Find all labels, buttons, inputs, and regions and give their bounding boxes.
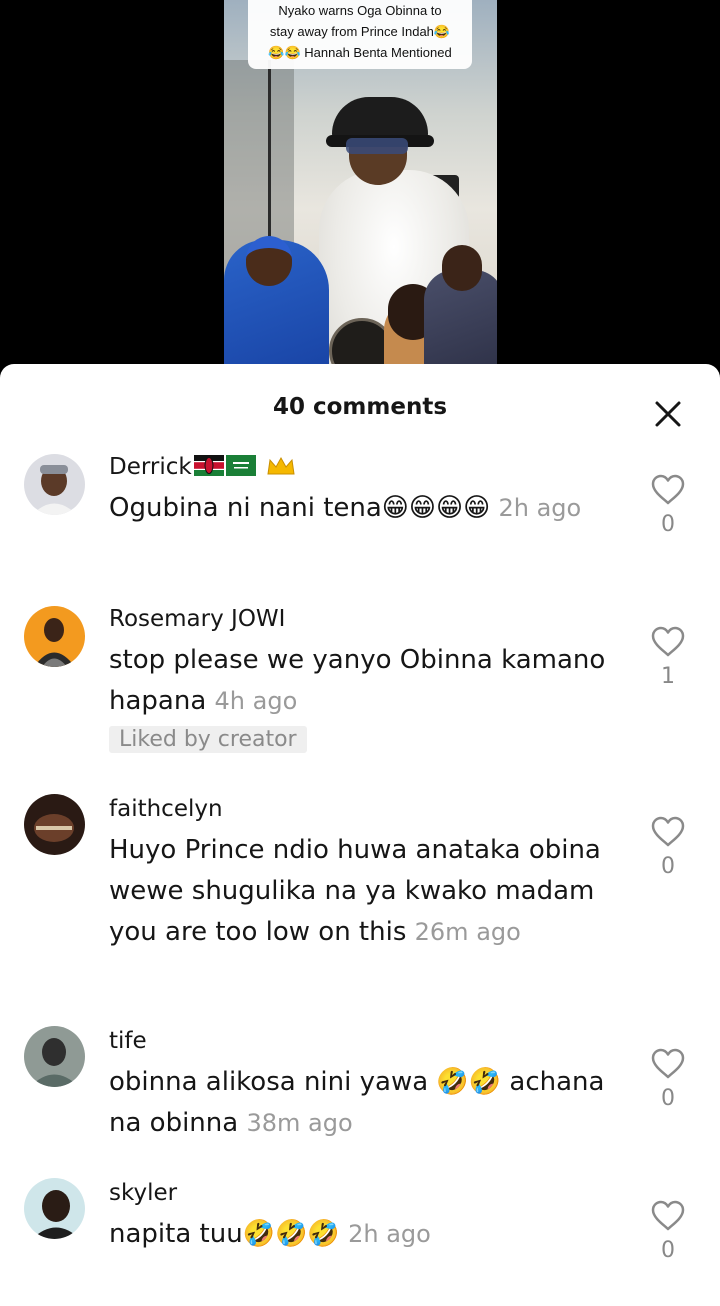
avatar[interactable] bbox=[24, 794, 85, 855]
video-person-left bbox=[224, 236, 329, 380]
comment-text-body: obinna alikosa nini yawa 🤣🤣 achana na ob… bbox=[109, 1067, 605, 1138]
video-player[interactable]: Nyako warns Oga Obinna to stay away from… bbox=[0, 0, 720, 380]
like-button[interactable]: 0 bbox=[648, 474, 688, 537]
like-button[interactable]: 0 bbox=[648, 816, 688, 879]
video-caption-line-3: 😂😂 Hannah Benta Mentioned bbox=[268, 45, 452, 60]
comments-count-title: 40 comments bbox=[272, 394, 448, 420]
like-count: 0 bbox=[661, 1238, 675, 1263]
comment-timestamp: 26m ago bbox=[414, 918, 521, 946]
comments-header: 40 comments bbox=[0, 364, 720, 454]
saudi-flag-icon bbox=[225, 455, 256, 476]
comments-sheet: 40 comments Derrick Ogubina ni nani tena… bbox=[0, 364, 720, 1306]
comment-timestamp: 38m ago bbox=[246, 1109, 353, 1137]
avatar[interactable] bbox=[24, 1026, 85, 1087]
like-button[interactable]: 1 bbox=[648, 626, 688, 689]
like-button[interactable]: 0 bbox=[648, 1200, 688, 1263]
comment-text: Ogubina ni nani tena😁😁😁😁 2h ago bbox=[109, 488, 629, 529]
comment-text-body: stop please we yanyo Obinna kamano hapan… bbox=[109, 645, 606, 716]
video-caption: Nyako warns Oga Obinna to stay away from… bbox=[248, 0, 472, 69]
liked-by-creator-badge: Liked by creator bbox=[109, 726, 307, 753]
heart-outline-icon bbox=[651, 1200, 685, 1231]
video-glasses bbox=[346, 138, 408, 154]
crown-icon bbox=[267, 456, 295, 475]
video-caption-line-2: stay away from Prince Indah😂 bbox=[269, 24, 451, 39]
heart-outline-icon bbox=[651, 474, 685, 505]
comment-text: obinna alikosa nini yawa 🤣🤣 achana na ob… bbox=[109, 1062, 629, 1144]
comment-text: stop please we yanyo Obinna kamano hapan… bbox=[109, 640, 629, 722]
heart-outline-icon bbox=[651, 626, 685, 657]
like-button[interactable]: 0 bbox=[648, 1048, 688, 1111]
like-count: 0 bbox=[661, 1086, 675, 1111]
video-frame[interactable]: Nyako warns Oga Obinna to stay away from… bbox=[224, 0, 497, 380]
heart-outline-icon bbox=[651, 1048, 685, 1079]
avatar[interactable] bbox=[24, 454, 85, 515]
comment-username-text: Derrick bbox=[109, 454, 192, 480]
comment-username[interactable]: faithcelyn bbox=[109, 794, 629, 824]
comment-text-body: Ogubina ni nani tena😁😁😁😁 bbox=[109, 493, 491, 523]
avatar[interactable] bbox=[24, 1178, 85, 1239]
close-icon bbox=[655, 401, 681, 427]
comment-username[interactable]: Derrick bbox=[109, 452, 629, 482]
comment-username[interactable]: skyler bbox=[109, 1178, 629, 1208]
comment-text: napita tuu🤣🤣🤣 2h ago bbox=[109, 1214, 629, 1255]
video-caption-line-1: Nyako warns Oga Obinna to bbox=[278, 3, 442, 18]
like-count: 1 bbox=[661, 664, 675, 689]
comment-username[interactable]: Rosemary JOWI bbox=[109, 604, 629, 634]
like-count: 0 bbox=[661, 854, 675, 879]
comment-text: Huyo Prince ndio huwa anataka obina wewe… bbox=[109, 830, 629, 953]
like-count: 0 bbox=[661, 512, 675, 537]
comment-text-body: Huyo Prince ndio huwa anataka obina wewe… bbox=[109, 835, 601, 947]
comment-timestamp: 4h ago bbox=[214, 687, 298, 715]
comment-timestamp: 2h ago bbox=[348, 1220, 431, 1248]
avatar[interactable] bbox=[24, 606, 85, 667]
heart-outline-icon bbox=[651, 816, 685, 847]
close-button[interactable] bbox=[652, 398, 684, 430]
kenya-flag-icon bbox=[193, 455, 224, 476]
comment-username[interactable]: tife bbox=[109, 1026, 629, 1056]
comment-text-body: napita tuu🤣🤣🤣 bbox=[109, 1219, 340, 1249]
comment-timestamp: 2h ago bbox=[498, 494, 582, 522]
